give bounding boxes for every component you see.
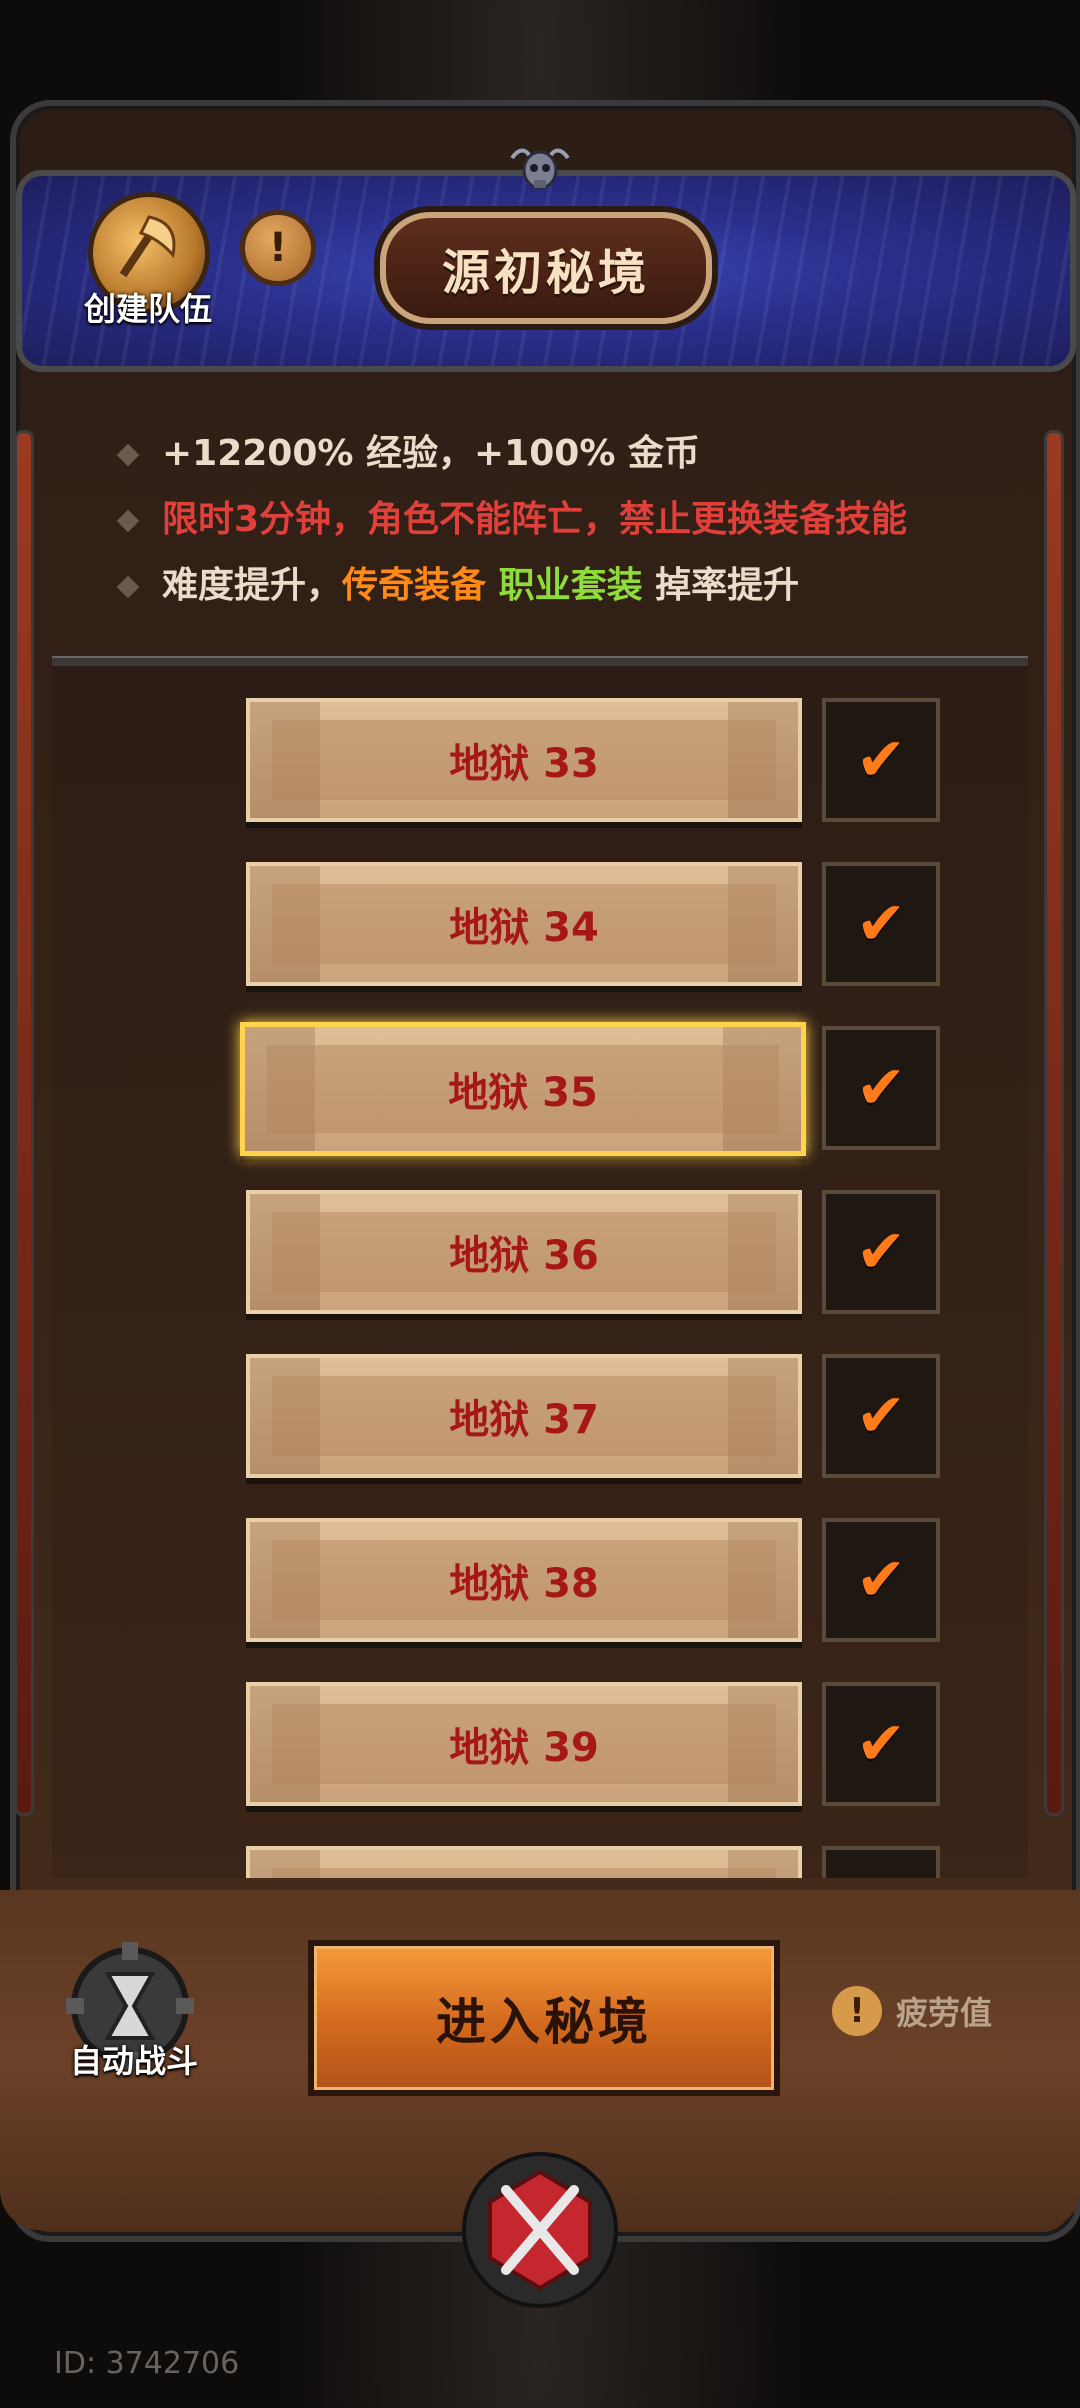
rule-text: 限时3分钟，角色不能阵亡，禁止更换装备技能 [162, 499, 908, 540]
level-button-partial[interactable] [246, 1846, 802, 1878]
rule-line-2: 限时3分钟，角色不能阵亡，禁止更换装备技能 [116, 490, 908, 542]
class-set-text: 职业套装 [486, 565, 643, 606]
level-button-37[interactable]: 地狱 37 [246, 1354, 802, 1478]
player-id: ID: 3742706 [54, 2346, 240, 2381]
level-checkbox-partial[interactable] [822, 1846, 940, 1878]
legendary-gear-text: 传奇装备 [342, 565, 487, 606]
checkmark-icon: ✔ [855, 1381, 907, 1451]
level-button-38[interactable]: 地狱 38 [246, 1518, 802, 1642]
diamond-bullet-icon [116, 575, 140, 599]
checkmark-icon: ✔ [855, 1709, 907, 1779]
exclamation-icon: ! [268, 225, 288, 271]
level-checkbox-39[interactable]: ✔ [822, 1682, 940, 1806]
level-button-33[interactable]: 地狱 33 [246, 698, 802, 822]
level-checkbox-38[interactable]: ✔ [822, 1518, 940, 1642]
level-label: 地狱 34 [449, 905, 599, 951]
level-label: 地狱 39 [449, 1725, 599, 1771]
rule-text: +12200% 经验，+100% 金币 [162, 433, 700, 474]
level-checkbox-36[interactable]: ✔ [822, 1190, 940, 1314]
enter-dungeon-button[interactable]: 进入秘境 [308, 1940, 780, 2096]
crossed-swords-emblem-icon[interactable] [460, 2150, 620, 2310]
page-title: 源初秘境 [441, 245, 650, 301]
checkmark-icon: ✔ [855, 1545, 907, 1615]
rule-line-3: 难度提升，传奇装备 职业套装 掉率提升 [116, 556, 800, 608]
divider [52, 656, 1028, 666]
level-checkbox-33[interactable]: ✔ [822, 698, 940, 822]
left-side-bar [14, 430, 34, 1816]
level-label: 地狱 33 [449, 741, 599, 787]
rule-text: 难度提升， [162, 565, 343, 606]
level-button-34[interactable]: 地狱 34 [246, 862, 802, 986]
level-button-36[interactable]: 地狱 36 [246, 1190, 802, 1314]
level-checkbox-37[interactable]: ✔ [822, 1354, 940, 1478]
level-button-39[interactable]: 地狱 39 [246, 1682, 802, 1806]
level-label: 地狱 36 [449, 1233, 599, 1279]
level-checkbox-34[interactable]: ✔ [822, 862, 940, 986]
horned-skull-icon [510, 148, 570, 190]
fatigue-info[interactable]: ! 疲劳值 [832, 1986, 992, 2036]
level-button-35[interactable]: 地狱 35 [240, 1022, 806, 1156]
enter-dungeon-label: 进入秘境 [436, 1993, 652, 2051]
level-label: 地狱 38 [449, 1561, 599, 1607]
create-team-label: 创建队伍 [83, 290, 212, 328]
rule-line-1: +12200% 经验，+100% 金币 [116, 424, 700, 476]
auto-battle-label[interactable]: 自动战斗 [54, 2036, 214, 2082]
diamond-bullet-icon [116, 509, 140, 533]
level-label: 地狱 37 [449, 1397, 599, 1443]
exclamation-icon: ! [832, 1986, 882, 2036]
fatigue-label: 疲劳值 [896, 1994, 993, 2032]
level-label: 地狱 35 [448, 1070, 598, 1116]
title-plate: 源初秘境 [380, 212, 712, 324]
level-list[interactable]: 地狱 33 ✔ 地狱 34 ✔ 地狱 35 ✔ 地狱 36 ✔ 地狱 37 ✔ … [52, 666, 1028, 1878]
checkmark-icon: ✔ [855, 1053, 907, 1123]
level-checkbox-35[interactable]: ✔ [822, 1026, 940, 1150]
right-side-bar [1044, 430, 1064, 1816]
checkmark-icon: ✔ [855, 1217, 907, 1287]
checkmark-icon: ✔ [855, 725, 907, 795]
info-button[interactable]: ! [240, 210, 316, 286]
diamond-bullet-icon [116, 443, 140, 467]
checkmark-icon: ✔ [855, 889, 907, 959]
rule-text: 掉率提升 [642, 565, 800, 606]
